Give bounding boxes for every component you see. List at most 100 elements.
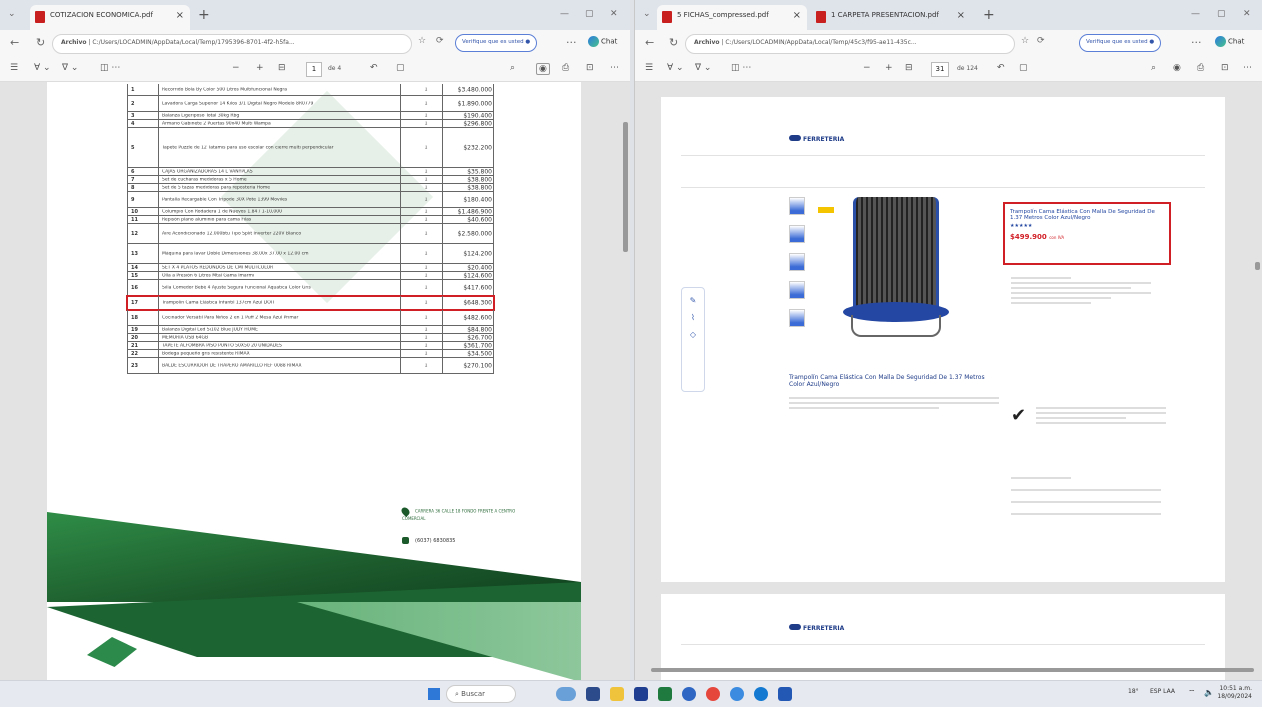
close-tab-icon[interactable]: ×: [793, 10, 801, 21]
tab-carpeta[interactable]: 1 CARPETA PRESENTACION.pdf ×: [811, 5, 971, 30]
fit-page-icon[interactable]: ⊟: [905, 63, 913, 73]
table-row: 15 Olla a Presión 6 Litros Mtal Gama Imar…: [127, 272, 494, 280]
zoom-in-icon[interactable]: +: [885, 63, 893, 73]
weather-icon[interactable]: [556, 687, 576, 701]
refresh-icon[interactable]: ↻: [669, 36, 678, 49]
close-tab-icon[interactable]: ×: [176, 10, 184, 21]
address-input[interactable]: Archivo | C:/Users/LOCADMIN/AppData/Loca…: [52, 34, 412, 54]
more-options-icon[interactable]: ⋯: [610, 63, 619, 73]
favorite-icon[interactable]: ☆: [1021, 36, 1029, 46]
edge-dev-icon[interactable]: [730, 687, 744, 701]
new-tab-icon[interactable]: +: [198, 7, 210, 23]
more-icon[interactable]: ···: [1191, 36, 1202, 49]
chrome-icon[interactable]: [706, 687, 720, 701]
save-icon[interactable]: ⊡: [586, 63, 594, 73]
row-description: Recorrido Bola By Color 500 Litros Multi…: [162, 87, 287, 92]
table-row: 11 Repisón plano aluminio para cama Filas…: [127, 216, 494, 224]
thumbnail[interactable]: [789, 253, 805, 271]
outlook-icon[interactable]: [778, 687, 792, 701]
zoom-out-icon[interactable]: −: [863, 63, 871, 73]
close-tab-icon[interactable]: ×: [957, 10, 965, 21]
eraser-tool-icon[interactable]: ◇: [682, 330, 704, 339]
taskbar-search[interactable]: ⌕ Buscar: [446, 685, 516, 703]
excel-icon[interactable]: [658, 687, 672, 701]
edge-icon[interactable]: [682, 687, 696, 701]
clock[interactable]: 10:51 a.m. 18/09/2024: [1217, 685, 1252, 701]
search-icon[interactable]: ⌕: [1151, 63, 1156, 73]
file-explorer-icon[interactable]: [610, 687, 624, 701]
highlight-icon[interactable]: ∇ ⌄: [695, 63, 711, 73]
address-input[interactable]: Archivo | C:/Users/LOCADMIN/AppData/Loca…: [685, 34, 1015, 54]
save-icon[interactable]: ⊡: [1221, 63, 1229, 73]
chat-button[interactable]: Chat: [588, 36, 617, 47]
refresh-icon[interactable]: ↻: [36, 36, 45, 49]
network-icon[interactable]: ⌔: [1188, 688, 1196, 698]
close-window-icon[interactable]: ✕: [1243, 9, 1251, 19]
page-number-input[interactable]: 1: [306, 62, 322, 77]
more-options-icon[interactable]: ⋯: [1243, 63, 1252, 73]
rotate-icon[interactable]: ↶: [997, 63, 1005, 73]
contents-icon[interactable]: ☰: [645, 63, 653, 73]
draw-icon[interactable]: ∀ ⌄: [34, 63, 51, 73]
back-icon[interactable]: ←: [10, 36, 19, 49]
volume-icon[interactable]: 🔈: [1204, 688, 1214, 697]
zoom-out-icon[interactable]: −: [232, 63, 240, 73]
store-icon[interactable]: [634, 687, 648, 701]
more-icon[interactable]: ···: [566, 36, 577, 49]
column-divider: [442, 358, 443, 373]
task-view-icon[interactable]: [586, 687, 600, 701]
chat-button[interactable]: Chat: [1215, 36, 1244, 47]
draw-icon[interactable]: ∀ ⌄: [667, 63, 684, 73]
immersive-reader-icon[interactable]: ◉: [1173, 63, 1181, 73]
immersive-reader-icon[interactable]: ◉: [536, 63, 550, 75]
thumbnail[interactable]: [789, 281, 805, 299]
verify-button[interactable]: Verifique que es usted ●: [455, 34, 538, 52]
extensions-icon[interactable]: ⟳: [436, 36, 444, 46]
print-icon[interactable]: ⎙: [562, 63, 569, 73]
erase-icon[interactable]: ◫ ⋯: [731, 63, 751, 73]
collections-icon[interactable]: ⟳: [1037, 36, 1045, 46]
vertical-scrollbar[interactable]: [1255, 262, 1260, 270]
thumbnail[interactable]: [789, 309, 805, 327]
highlight-icon[interactable]: ∇ ⌄: [62, 63, 78, 73]
page-view-icon[interactable]: ▢: [1019, 63, 1028, 73]
address-prefix: Archivo: [61, 39, 87, 46]
vertical-scrollbar[interactable]: [623, 122, 628, 252]
verify-button[interactable]: Verifique que es usted ●: [1079, 34, 1162, 52]
pdf-viewer[interactable]: FERRETERIA Trampolín Cama Elástica Con M…: [635, 82, 1262, 680]
draw-tool-icon[interactable]: ✎: [682, 296, 704, 305]
rotate-icon[interactable]: ↶: [370, 63, 378, 73]
pdf-viewer[interactable]: 1 Recorrido Bola By Color 500 Litros Mult…: [0, 82, 630, 680]
tab-actions-icon[interactable]: ⌄: [643, 9, 651, 19]
tab-actions-icon[interactable]: ⌄: [8, 9, 16, 19]
new-tab-icon[interactable]: +: [983, 7, 995, 23]
search-icon[interactable]: ⌕: [510, 63, 515, 73]
highlight-tool-icon[interactable]: ⌇: [682, 313, 704, 322]
floating-annotation-toolbar[interactable]: ✎ ⌇ ◇: [681, 287, 705, 392]
horizontal-scrollbar[interactable]: [651, 668, 1254, 672]
maximize-icon[interactable]: ▢: [585, 9, 594, 19]
print-icon[interactable]: ⎙: [1197, 63, 1204, 73]
contents-icon[interactable]: ☰: [10, 63, 18, 73]
back-icon[interactable]: ←: [645, 36, 654, 49]
close-window-icon[interactable]: ✕: [610, 9, 618, 19]
favorite-icon[interactable]: ☆: [418, 36, 426, 46]
page-view-icon[interactable]: ▢: [396, 63, 405, 73]
teams-icon[interactable]: [754, 687, 768, 701]
language-indicator[interactable]: ESP LAA: [1150, 688, 1175, 695]
tab-fichas[interactable]: 5 FICHAS_compressed.pdf ×: [657, 5, 807, 30]
start-icon[interactable]: [428, 688, 440, 700]
erase-icon[interactable]: ◫ ⋯: [100, 63, 120, 73]
row-quantity: 1: [424, 231, 428, 236]
minimize-icon[interactable]: —: [1191, 9, 1200, 19]
fit-page-icon[interactable]: ⊟: [278, 63, 286, 73]
maximize-icon[interactable]: ▢: [1217, 9, 1226, 19]
column-divider: [158, 264, 159, 271]
tab-cotizacion[interactable]: COTIZACION ECONOMICA.pdf ×: [30, 5, 190, 30]
weather-temp[interactable]: 18°: [1128, 688, 1139, 695]
thumbnail[interactable]: [789, 197, 805, 215]
thumbnail[interactable]: [789, 225, 805, 243]
zoom-in-icon[interactable]: +: [256, 63, 264, 73]
page-number-input[interactable]: 31: [931, 62, 949, 77]
minimize-icon[interactable]: —: [560, 9, 569, 19]
